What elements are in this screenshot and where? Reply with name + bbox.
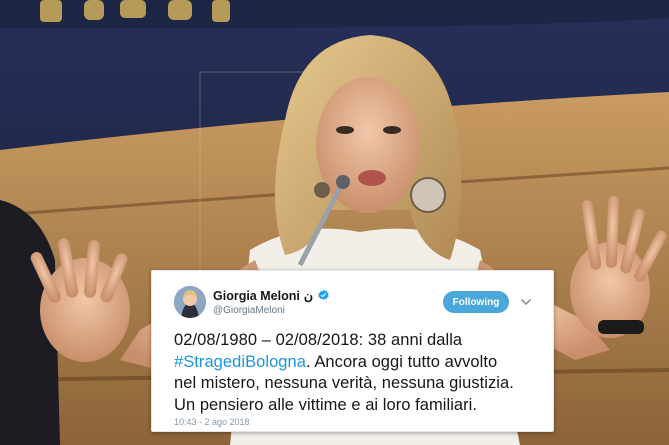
tweet-text: 02/08/1980 – 02/08/2018: 38 anni dalla #… bbox=[174, 330, 544, 416]
tweet-text-fragment: . Ancora oggi tutto avvolto bbox=[306, 352, 498, 371]
hashtag-link[interactable]: #StragediBologna bbox=[174, 353, 306, 371]
tweet-text-line: Un pensiero alle vittime e ai loro famil… bbox=[174, 395, 478, 414]
avatar[interactable] bbox=[174, 286, 206, 318]
tweet-text-line: nel mistero, nessuna verità, nessuna giu… bbox=[174, 374, 514, 392]
tweet-text-line: #StragediBologna. Ancora oggi tutto avvo… bbox=[174, 352, 544, 374]
user-display-name[interactable]: Giorgia Meloni ن bbox=[213, 288, 330, 303]
tweet-card: Giorgia Meloni ن @GiorgiaMeloni Following… bbox=[151, 270, 554, 432]
following-button[interactable]: Following bbox=[443, 291, 509, 313]
chevron-down-icon[interactable] bbox=[520, 296, 532, 308]
user-handle[interactable]: @GiorgiaMeloni bbox=[213, 305, 285, 316]
tweet-text-line: 02/08/1980 – 02/08/2018: 38 anni dalla bbox=[174, 331, 463, 349]
tweet-timestamp[interactable]: 10:43 - 2 ago 2018 bbox=[174, 417, 250, 427]
name-glyph: ن bbox=[303, 289, 313, 303]
verified-badge-icon bbox=[318, 289, 329, 300]
display-name-text: Giorgia Meloni bbox=[213, 289, 300, 303]
